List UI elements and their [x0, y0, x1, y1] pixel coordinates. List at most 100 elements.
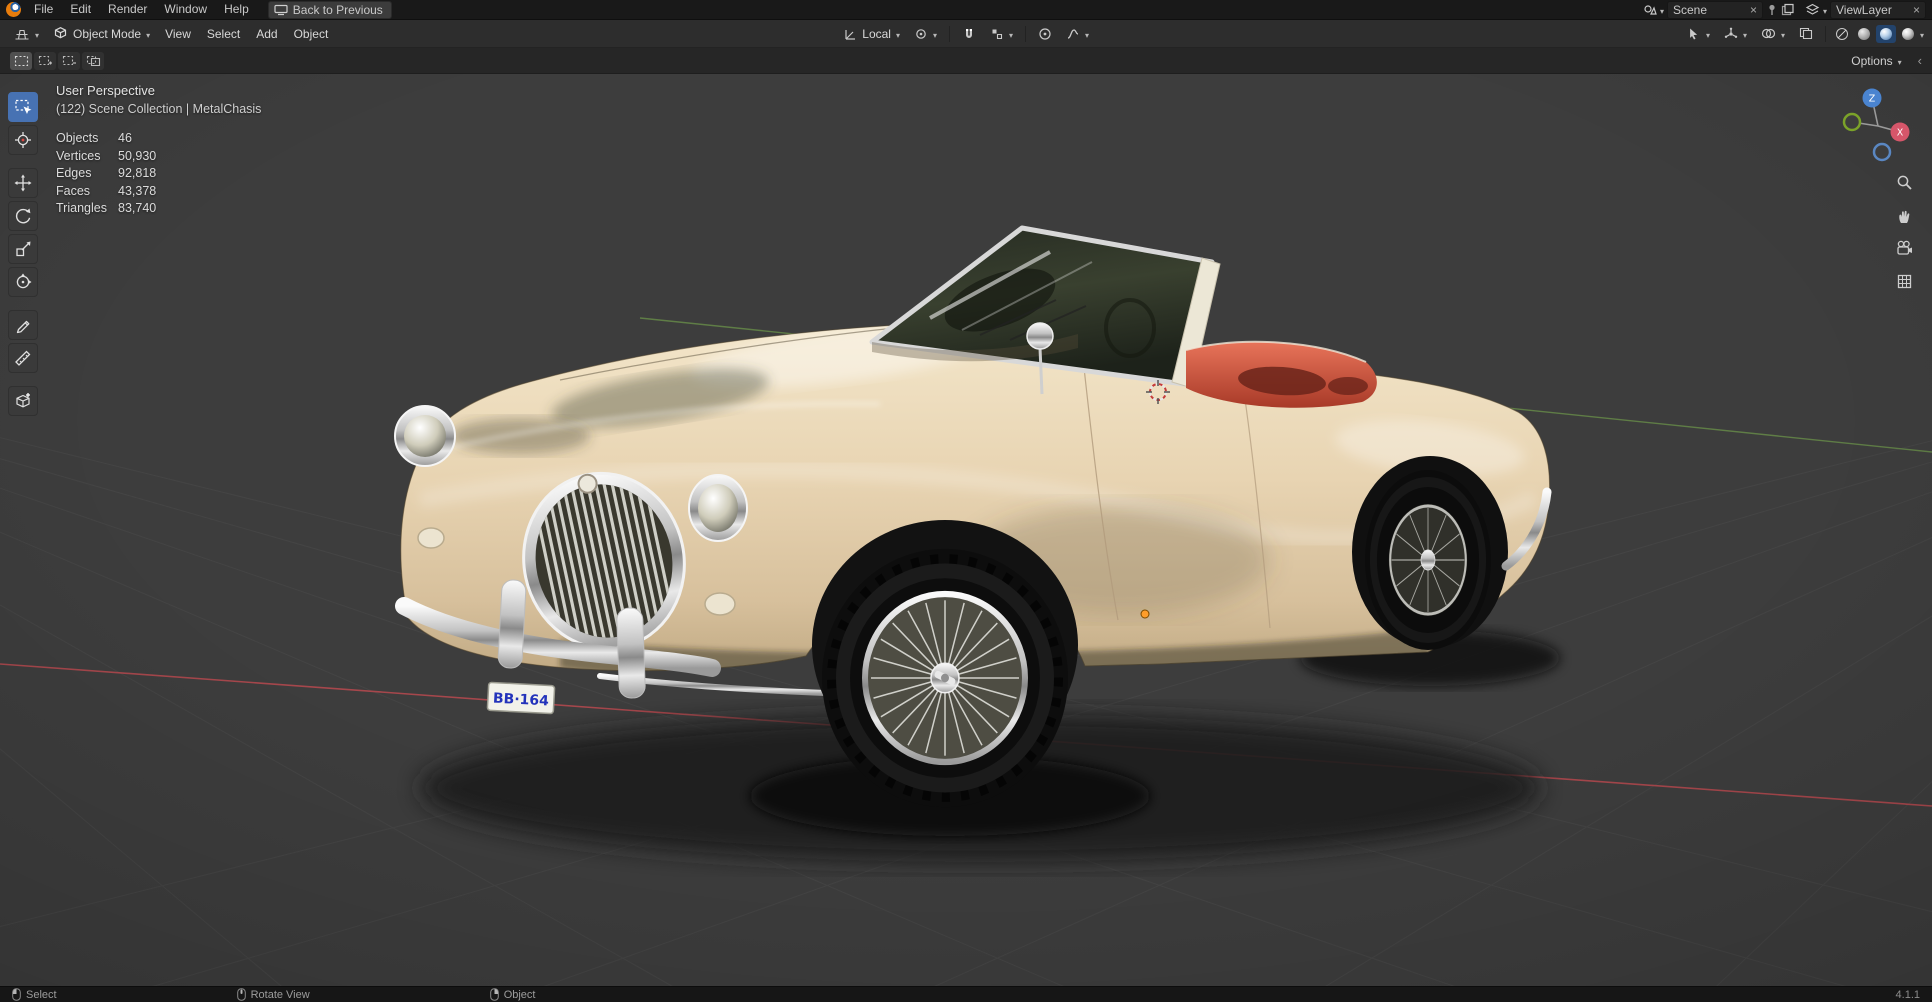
- topbar-right: Scene ViewLayer: [1643, 0, 1926, 19]
- ortho-toggle-button[interactable]: [1892, 269, 1916, 293]
- chevron-down-icon: [1085, 27, 1089, 41]
- stat-value: 83,740: [118, 201, 157, 215]
- select-mode-subtract-button[interactable]: [58, 51, 80, 70]
- chevron-down-icon: [1706, 27, 1710, 41]
- back-to-previous-button[interactable]: Back to Previous: [267, 0, 392, 19]
- camera-view-button[interactable]: [1892, 236, 1916, 260]
- menu-view[interactable]: View: [158, 25, 198, 43]
- hint-label: Rotate View: [250, 988, 310, 1001]
- proportional-falloff-dropdown[interactable]: [1060, 25, 1095, 43]
- chevron-down-icon: [1009, 27, 1013, 41]
- viewport-info-overlay: User Perspective (122) Scene Collection …: [56, 82, 261, 218]
- viewlayer-selector[interactable]: ViewLayer: [1830, 0, 1926, 19]
- new-scene-icon[interactable]: [1781, 3, 1794, 16]
- menu-object[interactable]: Object: [287, 25, 336, 43]
- gizmo-y-axis: [1844, 114, 1860, 130]
- menu-window[interactable]: Window: [156, 1, 215, 18]
- hint-rotate-view: Rotate View: [237, 988, 310, 1001]
- pivot-point-dropdown[interactable]: [908, 25, 943, 43]
- stat-label: Triangles: [56, 201, 107, 215]
- status-bar: Select Rotate View Object 4.1.1: [0, 986, 1932, 1002]
- navigation-gizmo[interactable]: Z X: [1838, 80, 1918, 164]
- shading-wireframe-button[interactable]: [1832, 25, 1852, 43]
- tool-settings-bar: Options: [0, 48, 1932, 74]
- viewport-header: Object Mode View Select Add Object Local: [0, 20, 1932, 48]
- mode-dropdown[interactable]: Object Mode: [47, 24, 156, 43]
- menu-add[interactable]: Add: [249, 25, 284, 43]
- menu-edit[interactable]: Edit: [62, 1, 99, 18]
- tool-move[interactable]: [8, 168, 38, 198]
- divider: [1025, 25, 1027, 42]
- stat-row: Edges 92,818: [56, 165, 261, 183]
- tool-transform[interactable]: [8, 267, 38, 297]
- viewport-canvas[interactable]: BB·164: [0, 74, 1932, 986]
- shading-rendered-button[interactable]: [1898, 25, 1918, 43]
- object-visibility-dropdown[interactable]: [1681, 25, 1716, 43]
- menu-select[interactable]: Select: [200, 25, 247, 43]
- menu-render[interactable]: Render: [100, 1, 155, 18]
- scene-browse-icon[interactable]: [1643, 3, 1657, 17]
- pin-icon[interactable]: [1766, 3, 1778, 16]
- stat-label: Edges: [56, 166, 92, 180]
- tool-cursor[interactable]: [8, 125, 38, 155]
- xray-toggle[interactable]: [1793, 25, 1819, 42]
- stat-row: Faces 43,378: [56, 183, 261, 201]
- divider: [949, 25, 950, 42]
- tool-separator: [8, 158, 38, 165]
- transform-orientation-dropdown[interactable]: Local: [837, 25, 906, 43]
- view-controls: [1892, 170, 1916, 293]
- view-perspective-label: User Perspective: [56, 83, 155, 98]
- collection-label: (122) Scene Collection | MetalChasis: [56, 102, 262, 116]
- mode-label: Object Mode: [73, 26, 142, 41]
- editor-type-dropdown[interactable]: [8, 25, 45, 43]
- solid-sphere-icon: [1857, 27, 1870, 40]
- sidebar-expand-icon[interactable]: [1918, 53, 1922, 68]
- tool-scale[interactable]: [8, 234, 38, 264]
- stat-label: Vertices: [56, 148, 101, 163]
- shading-material-preview-button[interactable]: [1875, 24, 1896, 43]
- stat-value: 50,930: [118, 148, 157, 163]
- select-mode-new-button[interactable]: [10, 51, 32, 70]
- chevron-down-icon: [933, 27, 937, 41]
- select-mode-intersect-button[interactable]: [82, 51, 104, 70]
- chevron-down-icon: [35, 27, 39, 41]
- pan-hand-button[interactable]: [1892, 203, 1916, 227]
- menu-help[interactable]: Help: [216, 1, 257, 18]
- mouse-left-icon: [12, 988, 21, 1001]
- tool-measure[interactable]: [8, 343, 38, 373]
- chevron-down-icon[interactable]: [1823, 3, 1827, 17]
- blender-logo[interactable]: [6, 2, 21, 17]
- overlays-dropdown[interactable]: [1755, 25, 1791, 43]
- tool-select-box[interactable]: [8, 92, 38, 122]
- divider: [1824, 25, 1826, 42]
- shading-solid-button[interactable]: [1854, 25, 1874, 43]
- viewlayer-name: ViewLayer: [1836, 2, 1892, 17]
- stat-value: 46: [118, 131, 132, 145]
- viewlayer-icon[interactable]: [1805, 3, 1820, 16]
- proportional-editing-toggle[interactable]: [1032, 25, 1058, 43]
- rendered-sphere-icon: [1901, 27, 1914, 40]
- hint-select: Select: [12, 988, 57, 1001]
- tool-add-cube[interactable]: [8, 386, 38, 416]
- tool-rotate[interactable]: [8, 201, 38, 231]
- snap-toggle[interactable]: [956, 25, 982, 43]
- stat-row: Vertices 50,930: [56, 148, 261, 166]
- zoom-button[interactable]: [1892, 170, 1916, 194]
- chevron-down-icon[interactable]: [1660, 3, 1664, 17]
- gizmo-neg-z-axis: [1874, 144, 1890, 160]
- orientation-label: Local: [862, 26, 891, 41]
- menu-file[interactable]: File: [26, 1, 61, 18]
- viewport-3d[interactable]: BB·164: [0, 74, 1932, 986]
- unlink-scene-icon[interactable]: [1750, 3, 1757, 17]
- remove-viewlayer-icon[interactable]: [1913, 3, 1920, 17]
- gizmos-dropdown[interactable]: [1718, 25, 1753, 43]
- tool-annotate[interactable]: [8, 310, 38, 340]
- select-mode-extend-button[interactable]: [34, 51, 56, 70]
- svg-text:X: X: [1897, 128, 1904, 139]
- shading-dropdown-icon[interactable]: [1920, 27, 1924, 41]
- scene-selector[interactable]: Scene: [1666, 0, 1763, 19]
- snap-settings-dropdown[interactable]: [984, 25, 1019, 43]
- stat-label: Faces: [56, 183, 91, 198]
- blender-window: File Edit Render Window Help Back to Pre…: [0, 0, 1932, 1002]
- tool-options-dropdown[interactable]: Options: [1843, 52, 1909, 70]
